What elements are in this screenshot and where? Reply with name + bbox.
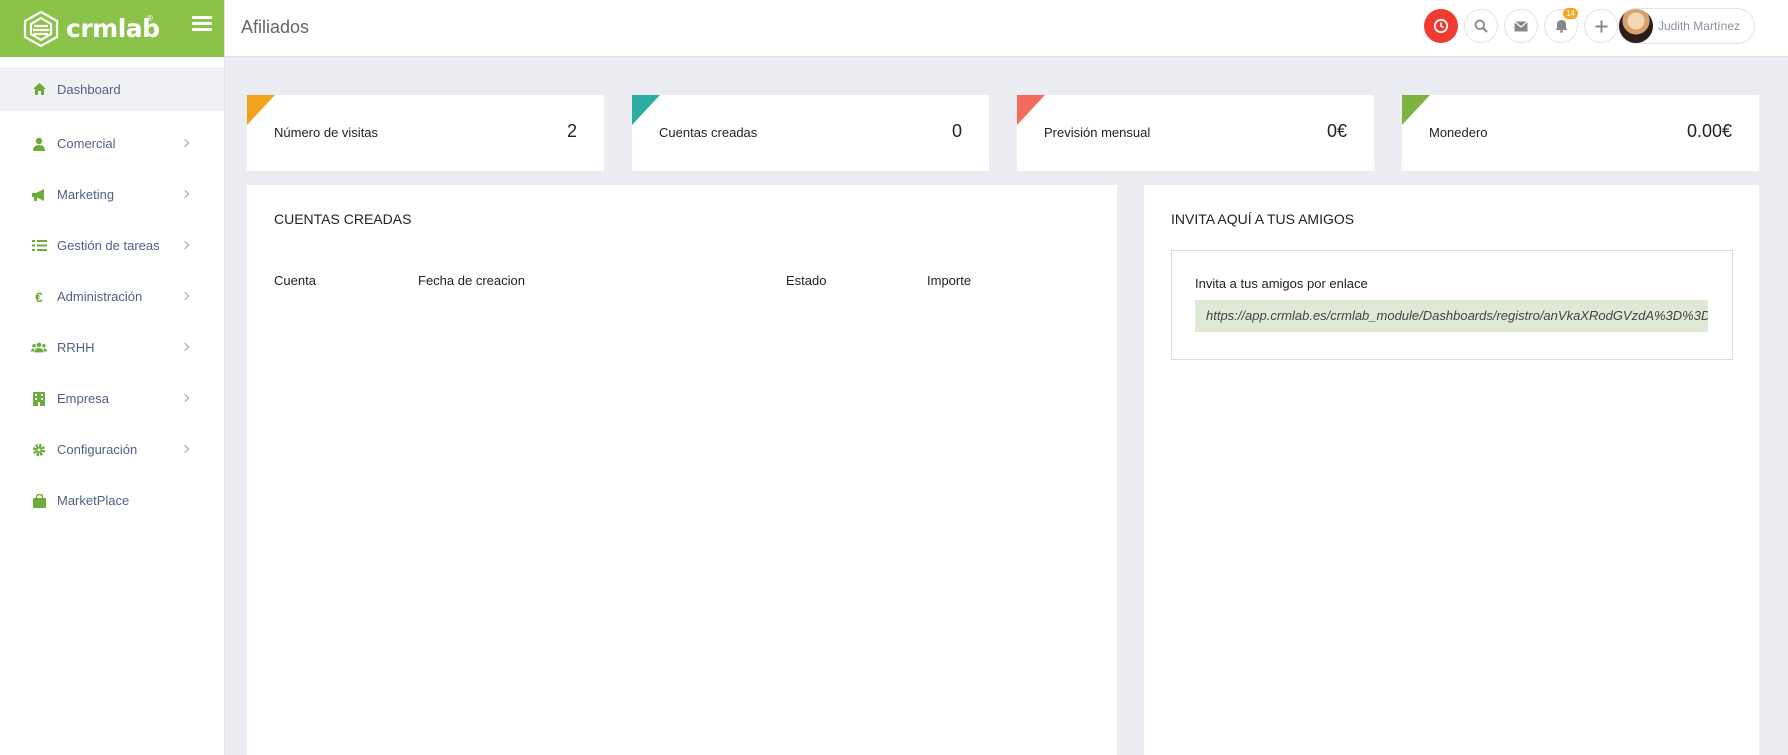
chevron-right-icon [180,189,190,198]
chevron-right-icon [180,342,190,351]
sidebar-item-label: RRHH [57,340,95,355]
sidebar-item-rrhh[interactable]: RRHH [0,322,224,373]
invite-label: Invita a tus amigos por enlace [1195,276,1368,291]
panel-title: INVITA AQUÍ A TUS AMIGOS [1171,211,1355,227]
megaphone-icon [31,187,47,203]
stat-label: Número de visitas [274,125,379,140]
sidebar-item-administracion[interactable]: € Administración [0,271,224,322]
sidebar-item-empresa[interactable]: Empresa [0,373,224,424]
chevron-right-icon [180,444,190,453]
card-corner-accent [1402,95,1430,125]
chevron-right-icon [180,240,190,249]
gear-icon [31,442,47,458]
bell-icon [1555,20,1567,33]
mail-button[interactable] [1504,9,1538,43]
brand-name[interactable]: crmlab [66,14,160,43]
search-icon [1474,19,1488,33]
chevron-right-icon [180,291,190,300]
stat-value: 0.00€ [1686,121,1732,141]
add-button[interactable] [1584,9,1618,43]
sidebar-item-gestion-tareas[interactable]: Gestión de tareas [0,220,224,271]
users-icon [31,340,47,356]
page-title: Afiliados [241,17,310,37]
card-corner-accent [1017,95,1045,125]
tasks-icon [31,238,47,254]
stat-label: Monedero [1429,125,1488,140]
stat-label: Cuentas creadas [659,125,758,140]
chevron-right-icon [180,138,190,147]
sidebar-item-configuracion[interactable]: Configuración [0,424,224,475]
sidebar-item-label: Empresa [57,391,110,406]
user-name: Judith Martínez [1657,19,1740,33]
column-header-importe[interactable]: Importe [927,273,971,288]
sidebar-item-comercial[interactable]: Comercial [0,118,224,169]
shopping-bag-icon [31,493,47,509]
search-button[interactable] [1464,9,1498,43]
stat-value: 0€ [1326,121,1347,141]
clock-button[interactable] [1424,9,1458,43]
sidebar-item-label: Comercial [57,136,116,151]
invite-box: Invita a tus amigos por enlace https://a… [1171,250,1733,360]
envelope-icon [1514,20,1528,31]
notifications-button[interactable]: 14 [1544,8,1578,43]
invite-link[interactable]: https://app.crmlab.es/crmlab_module/Dash… [1195,300,1708,332]
chevron-right-icon [180,393,190,402]
sidebar-item-label: Configuración [57,442,138,457]
menu-toggle-icon[interactable] [192,16,212,36]
registered-mark: ® [147,14,153,23]
home-icon [31,81,47,97]
plus-icon [1595,20,1607,32]
brand-bar: crmlab ® [0,0,224,57]
stat-value: 2 [566,121,577,141]
sidebar-item-dashboard[interactable]: Dashboard [0,67,224,111]
column-header-cuenta[interactable]: Cuenta [274,273,316,288]
avatar [1618,9,1653,43]
stat-card-visitas: Número de visitas 2 [247,95,604,171]
notification-count-badge: 14 [1563,8,1578,19]
column-header-estado[interactable]: Estado [786,273,826,288]
sidebar: crmlab ® Dashboard Comercial Marketing G… [0,0,225,755]
sidebar-nav: Dashboard Comercial Marketing Gestión de… [0,67,224,526]
card-corner-accent [247,95,275,125]
building-icon [31,391,47,407]
euro-icon: € [35,288,43,305]
stat-value: 0 [951,121,962,141]
sidebar-item-label: Gestión de tareas [57,238,160,253]
accounts-panel: CUENTAS CREADAS Cuenta Fecha de creacion… [247,185,1117,755]
panel-title: CUENTAS CREADAS [274,211,412,227]
user-icon [31,136,47,152]
top-header: Afiliados 14 Judith Martínez [225,0,1788,57]
column-header-fecha[interactable]: Fecha de creacion [418,273,525,288]
sidebar-item-label: Administración [57,289,143,304]
clock-icon [1433,18,1449,34]
sidebar-item-marketplace[interactable]: MarketPlace [0,475,224,526]
sidebar-item-label: Dashboard [57,81,121,97]
user-menu[interactable]: Judith Martínez [1617,8,1755,44]
stat-card-cuentas: Cuentas creadas 0 [632,95,989,171]
stat-card-prevision: Previsión mensual 0€ [1017,95,1374,171]
stat-label: Previsión mensual [1044,125,1151,140]
sidebar-item-label: MarketPlace [57,493,130,508]
sidebar-item-label: Marketing [57,187,115,202]
stat-card-monedero: Monedero 0.00€ [1402,95,1759,171]
invite-panel: INVITA AQUÍ A TUS AMIGOS Invita a tus am… [1144,185,1759,755]
card-corner-accent [632,95,660,125]
crmlab-logo-icon[interactable] [20,8,62,50]
sidebar-item-marketing[interactable]: Marketing [0,169,224,220]
